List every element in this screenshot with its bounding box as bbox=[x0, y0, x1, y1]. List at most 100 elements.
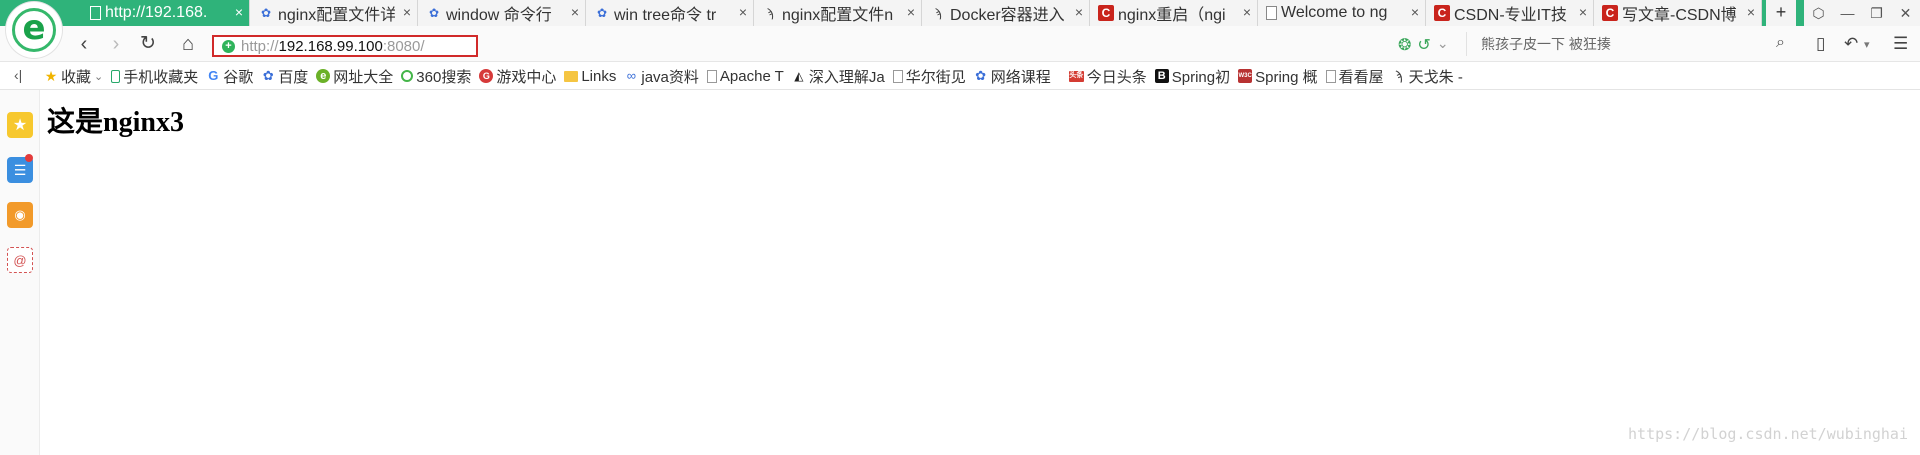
tab-5[interactable]: ϡ Docker容器进入 × bbox=[922, 0, 1090, 26]
restore-button[interactable]: ❐ bbox=[1862, 0, 1891, 26]
skin-icon[interactable]: ⬡ bbox=[1804, 0, 1833, 26]
close-tab-icon[interactable]: × bbox=[571, 4, 579, 20]
bookmark-16[interactable]: 看看屋 bbox=[1325, 66, 1384, 87]
phone-sync-icon[interactable]: ▯ bbox=[1816, 34, 1825, 54]
bookmark-label: java资料 bbox=[641, 68, 699, 86]
chevron-down-icon[interactable]: ⌄ bbox=[94, 70, 103, 83]
close-tab-icon[interactable]: × bbox=[235, 4, 243, 20]
close-window-button[interactable]: ✕ bbox=[1891, 0, 1920, 26]
phone-icon bbox=[111, 69, 121, 83]
360-icon bbox=[401, 70, 414, 82]
game-icon: G bbox=[479, 69, 494, 83]
tab-4[interactable]: ϡ nginx配置文件n × bbox=[754, 0, 922, 26]
address-bar[interactable]: + http:// 192.168.99.100 :8080/ bbox=[212, 35, 478, 57]
tab-title: nginx配置文件n bbox=[782, 7, 894, 24]
forward-button[interactable]: › bbox=[104, 32, 128, 56]
tab-title: Welcome to ng bbox=[1281, 4, 1388, 21]
fish-icon: ϡ bbox=[1394, 68, 1403, 83]
bookmark-2[interactable]: G 谷歌 bbox=[206, 66, 253, 87]
menu-icon[interactable]: ☰ bbox=[1893, 34, 1908, 54]
logo-letter: e bbox=[22, 8, 46, 48]
page-icon bbox=[706, 69, 717, 83]
navigation-bar: ‹ › ↻ ⌂ + http:// 192.168.99.100 :8080/ … bbox=[0, 26, 1920, 62]
close-tab-icon[interactable]: × bbox=[1579, 4, 1587, 20]
tab-3[interactable]: ✿ win tree命令 tr × bbox=[586, 0, 754, 26]
tux-icon: ◭ bbox=[794, 69, 804, 83]
bookmarks-toggle-icon[interactable]: ‹| bbox=[14, 67, 22, 83]
close-tab-icon[interactable]: × bbox=[907, 4, 915, 20]
bookmark-4[interactable]: e 网址大全 bbox=[316, 66, 393, 87]
reload-button[interactable]: ↻ bbox=[136, 32, 160, 56]
search-input[interactable]: 熊孩子皮一下 被狂揍 bbox=[1466, 32, 1796, 56]
spring-icon: W3C bbox=[1238, 69, 1253, 83]
bookmark-label: 深入理解Ja bbox=[808, 68, 885, 86]
tab-1[interactable]: ✿ nginx配置文件详 × bbox=[250, 0, 418, 26]
compat-mode-icon[interactable]: ↺ bbox=[1417, 35, 1430, 55]
tab-7[interactable]: Welcome to ng × bbox=[1258, 0, 1426, 26]
search-icon[interactable]: ⌕ bbox=[1776, 34, 1785, 52]
undo-icon[interactable]: ↶ bbox=[1844, 34, 1858, 54]
bookmark-label: 华尔街见 bbox=[905, 68, 966, 86]
bookmark-6[interactable]: G 游戏中心 bbox=[479, 66, 556, 87]
new-tab-button[interactable]: + bbox=[1766, 0, 1796, 26]
url-scheme: http:// bbox=[241, 37, 279, 55]
back-button[interactable]: ‹ bbox=[72, 32, 96, 56]
minimize-button[interactable]: — bbox=[1833, 0, 1862, 26]
page-icon bbox=[90, 6, 101, 20]
tab-title: win tree命令 tr bbox=[614, 7, 717, 24]
link-icon: ∞ bbox=[626, 68, 637, 83]
home-button[interactable]: ⌂ bbox=[176, 32, 200, 56]
bookmark-label: Spring初 bbox=[1171, 68, 1231, 86]
tab-9[interactable]: C 写文章-CSDN博 × bbox=[1594, 0, 1762, 26]
bookmark-8[interactable]: ∞ java资料 bbox=[624, 66, 699, 87]
close-tab-icon[interactable]: × bbox=[1243, 4, 1251, 20]
bookmark-11[interactable]: 华尔街见 bbox=[892, 66, 966, 87]
tab-strip: http://192.168. × ✿ nginx配置文件详 × ✿ window 命令行 ×… bbox=[0, 0, 1920, 26]
address-tools: ❂ ↺ ⌄ bbox=[1398, 35, 1449, 55]
bookmark-15[interactable]: W3C Spring 概 bbox=[1238, 66, 1318, 87]
bookmark-label: 游戏中心 bbox=[496, 68, 557, 86]
left-sidebar: ★ ☰ ◉ @ bbox=[0, 90, 40, 455]
bookmark-5[interactable]: 360搜索 bbox=[401, 66, 471, 87]
bookmark-1[interactable]: 手机收藏夹 bbox=[111, 66, 198, 87]
tab-2[interactable]: ✿ window 命令行 × bbox=[418, 0, 586, 26]
chevron-down-icon[interactable]: ▾ bbox=[1864, 38, 1870, 51]
tab-title: 写文章-CSDN博 bbox=[1622, 7, 1737, 24]
bookmark-14[interactable]: B Spring初 bbox=[1154, 66, 1231, 87]
page-icon bbox=[892, 69, 903, 83]
close-tab-icon[interactable]: × bbox=[1411, 4, 1419, 20]
tab-6[interactable]: Cnginx重启（ngi × bbox=[1090, 0, 1258, 26]
bookmark-7[interactable]: Links bbox=[564, 68, 616, 85]
browser-logo-icon[interactable]: e bbox=[6, 2, 62, 58]
heading-prefix: 这是 bbox=[47, 107, 104, 138]
bookmark-9[interactable]: Apache T bbox=[706, 68, 784, 85]
chevron-down-icon[interactable]: ⌄ bbox=[1437, 35, 1449, 55]
speedup-icon[interactable]: ❂ bbox=[1398, 35, 1411, 55]
csdn-icon: C bbox=[1602, 5, 1618, 21]
bookmark-10[interactable]: ◭ 深入理解Ja bbox=[792, 66, 885, 87]
bookmark-label: 网址大全 bbox=[333, 68, 394, 86]
bookmark-label: 天戈朱 - bbox=[1408, 68, 1463, 86]
tab-0[interactable]: http://192.168. × bbox=[82, 0, 250, 26]
favorites-icon[interactable]: ★ bbox=[7, 112, 33, 138]
bookmark-17[interactable]: ϡ 天戈朱 - bbox=[1392, 66, 1463, 87]
bookmark-13[interactable]: 头条 今日头条 bbox=[1068, 66, 1147, 87]
tab-title: CSDN-专业IT技 bbox=[1454, 7, 1567, 24]
watermark: https://blog.csdn.net/wubinghai bbox=[1628, 425, 1908, 443]
folder-icon bbox=[564, 70, 579, 82]
mail-icon[interactable]: @ bbox=[7, 247, 33, 273]
weibo-icon[interactable]: ◉ bbox=[7, 202, 33, 228]
bookmark-0[interactable]: ★ 收藏 ⌄ bbox=[44, 66, 104, 87]
close-tab-icon[interactable]: × bbox=[739, 4, 747, 20]
bookmark-3[interactable]: ✿ 百度 bbox=[261, 66, 308, 87]
close-tab-icon[interactable]: × bbox=[1747, 4, 1755, 20]
bookmark-12[interactable]: ✿ 网络课程 bbox=[974, 66, 1050, 87]
tab-8[interactable]: C CSDN-专业IT技 × bbox=[1426, 0, 1594, 26]
security-shield-icon: + bbox=[222, 39, 235, 53]
paw-icon: ✿ bbox=[260, 6, 272, 20]
close-tab-icon[interactable]: × bbox=[1075, 4, 1083, 20]
bookmarks-bar: ‹| ★ 收藏 ⌄ 手机收藏夹 G 谷歌 ✿ 百度 e 网址大全 360搜索 G 游戏中心 Links ∞ j… bbox=[0, 62, 1920, 90]
bookmark-label: 手机收藏夹 bbox=[123, 68, 199, 86]
tab-title: Docker容器进入 bbox=[950, 7, 1065, 24]
close-tab-icon[interactable]: × bbox=[403, 4, 411, 20]
